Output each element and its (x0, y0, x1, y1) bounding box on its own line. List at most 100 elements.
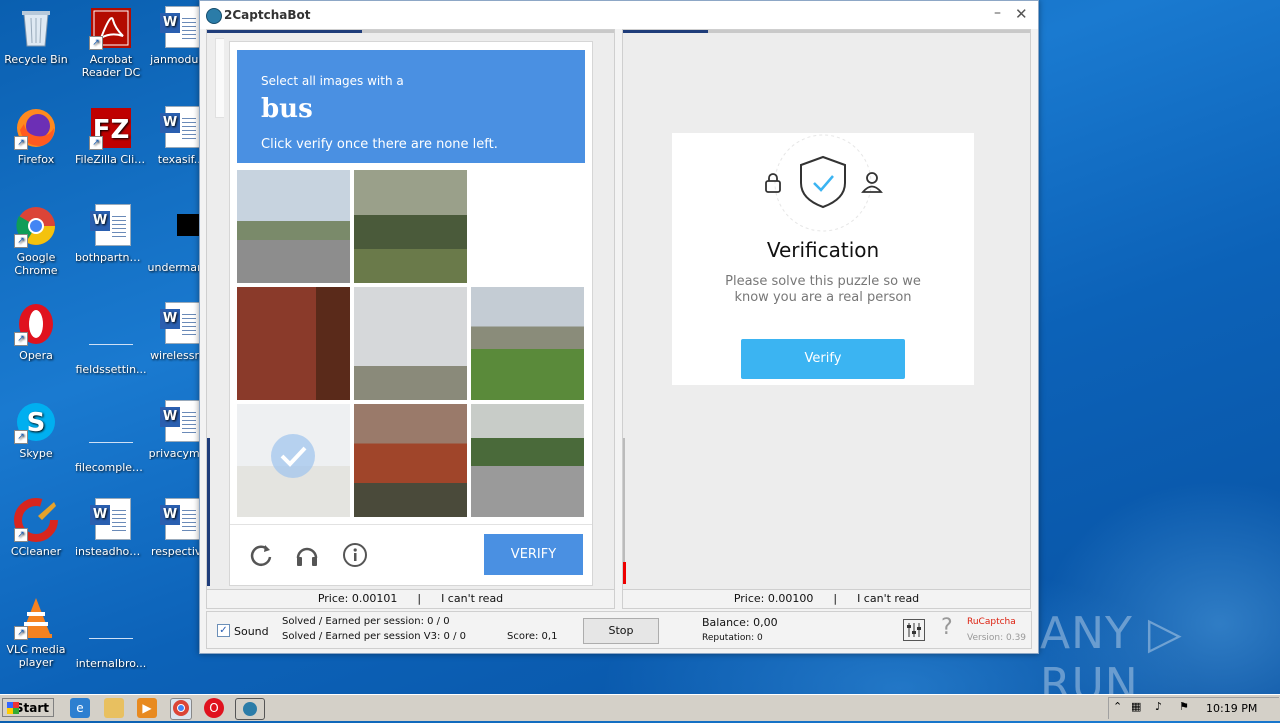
shortcut-arrow-icon: ↗ (14, 626, 28, 640)
show-hidden-icons-icon[interactable]: ⌃ (1113, 700, 1122, 713)
close-button[interactable]: ✕ (1015, 5, 1028, 23)
firefox-icon: ↗ (14, 106, 58, 150)
captcha-tile[interactable] (354, 287, 467, 400)
captcha-hint: Click verify once there are none left. (261, 137, 498, 152)
desktop-icon-label: Acrobat Reader DC (81, 53, 141, 79)
info-icon[interactable] (342, 542, 368, 568)
captcha-tile[interactable] (354, 404, 467, 517)
shortcut-arrow-icon: ↗ (89, 136, 103, 150)
stop-button[interactable]: Stop (583, 618, 659, 644)
desktop-icon-document[interactable]: W insteadhom... (75, 498, 147, 558)
windows-logo-icon (7, 702, 19, 714)
desktop-icon-file[interactable]: filecomplex.... (75, 400, 147, 474)
cant-read-link[interactable]: I can't read (441, 592, 503, 605)
settings-sliders-icon[interactable] (903, 619, 925, 641)
start-button[interactable]: Start (2, 698, 54, 717)
chrome-taskbar-icon[interactable] (170, 698, 192, 720)
price-bar: Price: 0.00101 | I can't read (207, 589, 614, 608)
captcha-instruction: Select all images with a (261, 74, 404, 88)
service-label: RuCaptcha (967, 617, 1016, 627)
desktop-icon-document[interactable]: W bothpartner... (75, 204, 147, 264)
balance-label: Balance: 0,00 (702, 616, 778, 629)
ccleaner-icon: ↗ (14, 498, 58, 542)
verify-button[interactable]: Verify (741, 339, 905, 379)
checkmark-icon (271, 434, 315, 478)
audio-challenge-icon[interactable] (294, 542, 320, 568)
desktop-icon-ccleaner[interactable]: ↗ CCleaner (0, 498, 72, 558)
desktop-icon-file[interactable]: internalbro... (75, 596, 147, 670)
shortcut-arrow-icon: ↗ (89, 36, 103, 50)
desktop-icon-label: internalbro... (75, 657, 147, 670)
scrollbar[interactable] (623, 438, 625, 562)
desktop-icon-filezilla[interactable]: FZ ↗ FileZilla Client (75, 106, 147, 166)
desktop-icon-firefox[interactable]: ↗ Firefox (0, 106, 72, 166)
recycle-bin-icon (14, 6, 58, 50)
desktop-icon-acrobat[interactable]: ↗ Acrobat Reader DC (75, 6, 147, 79)
sound-checkbox[interactable]: ✓ (217, 624, 230, 637)
shortcut-arrow-icon: ↗ (14, 332, 28, 346)
title-bar[interactable]: 2CaptchaBot – ✕ (200, 1, 1038, 29)
desktop-icon-file[interactable]: fieldssettin... (75, 302, 147, 376)
scrollbar[interactable] (207, 438, 210, 586)
desktop-icon-recycle-bin[interactable]: Recycle Bin (0, 6, 72, 66)
word-doc-icon: W (89, 498, 133, 542)
progress-bar (623, 30, 1030, 33)
solved-earned-session: Solved / Earned per session: 0 / 0 (282, 616, 450, 627)
file-icon (89, 316, 133, 360)
progress-fill (207, 30, 362, 33)
help-icon[interactable]: ? (941, 615, 953, 640)
captcha-tile[interactable] (471, 404, 584, 517)
reload-icon[interactable] (248, 542, 274, 568)
word-doc-icon: W (159, 106, 203, 150)
skype-icon: S ↗ (14, 400, 58, 444)
sound-label: Sound (234, 625, 269, 638)
captcha-tile[interactable] (237, 170, 350, 283)
shortcut-arrow-icon: ↗ (14, 430, 28, 444)
captcha-tile-selected[interactable] (237, 404, 350, 517)
word-doc-icon: W (89, 204, 133, 248)
desktop-icon-skype[interactable]: S ↗ Skype (0, 400, 72, 460)
lock-icon (765, 173, 781, 193)
left-captcha-pane: Select all images with a bus Click verif… (206, 29, 615, 609)
captcha-tile[interactable] (471, 170, 584, 283)
status-bar: ✓ Sound Solved / Earned per session: 0 /… (206, 611, 1032, 649)
volume-icon[interactable]: ♪ (1155, 700, 1162, 713)
captcha-tile[interactable] (237, 287, 350, 400)
desktop-icon-label: Google Chrome (14, 251, 58, 277)
network-icon[interactable]: ▦ (1131, 700, 1141, 713)
version-label: Version: 0.39 (967, 633, 1027, 643)
internet-explorer-icon[interactable]: e (70, 698, 90, 718)
desktop-icon-label: Skype (19, 447, 53, 460)
captcha-divider (230, 524, 592, 525)
captcha-header: Select all images with a bus Click verif… (237, 50, 585, 163)
minimize-button[interactable]: – (994, 5, 1001, 21)
desktop-icon-label: filecomplex.... (75, 461, 147, 474)
price-bar: Price: 0.00100 | I can't read (623, 589, 1030, 608)
clock[interactable]: 10:19 PM (1206, 702, 1257, 715)
captcha-tile[interactable] (471, 287, 584, 400)
desktop-icon-label: CCleaner (10, 545, 62, 558)
file-icon (89, 610, 133, 654)
desktop-icon-vlc[interactable]: ↗ VLC media player (0, 596, 72, 669)
desktop-icon-opera[interactable]: ↗ Opera (0, 302, 72, 362)
timer-indicator (623, 562, 626, 584)
score-label: Score: 0,1 (507, 631, 558, 642)
captchabot-taskbar-button[interactable] (235, 698, 265, 720)
media-player-icon[interactable]: ▶ (137, 698, 157, 718)
folder-icon[interactable] (104, 698, 124, 718)
captcha-widget: Select all images with a bus Click verif… (229, 41, 593, 586)
verification-title: Verification (766, 238, 880, 262)
app-logo-icon (206, 8, 222, 24)
action-center-flag-icon[interactable]: ⚑ (1179, 700, 1189, 713)
desktop-icon-chrome[interactable]: ↗ Google Chrome (0, 204, 72, 277)
cant-read-link[interactable]: I can't read (857, 592, 919, 605)
word-doc-icon: W (159, 498, 203, 542)
opera-taskbar-icon[interactable]: O (204, 698, 224, 718)
verification-text: Please solve this puzzle so we know you … (725, 274, 921, 305)
captcha-verify-button[interactable]: VERIFY (484, 534, 583, 575)
shortcut-arrow-icon: ↗ (14, 136, 28, 150)
desktop-icon-label: Recycle Bin (4, 53, 68, 66)
price-label: Price: 0.00100 (733, 592, 814, 605)
captcha-tile[interactable] (354, 170, 467, 283)
black-file-icon (159, 214, 217, 258)
